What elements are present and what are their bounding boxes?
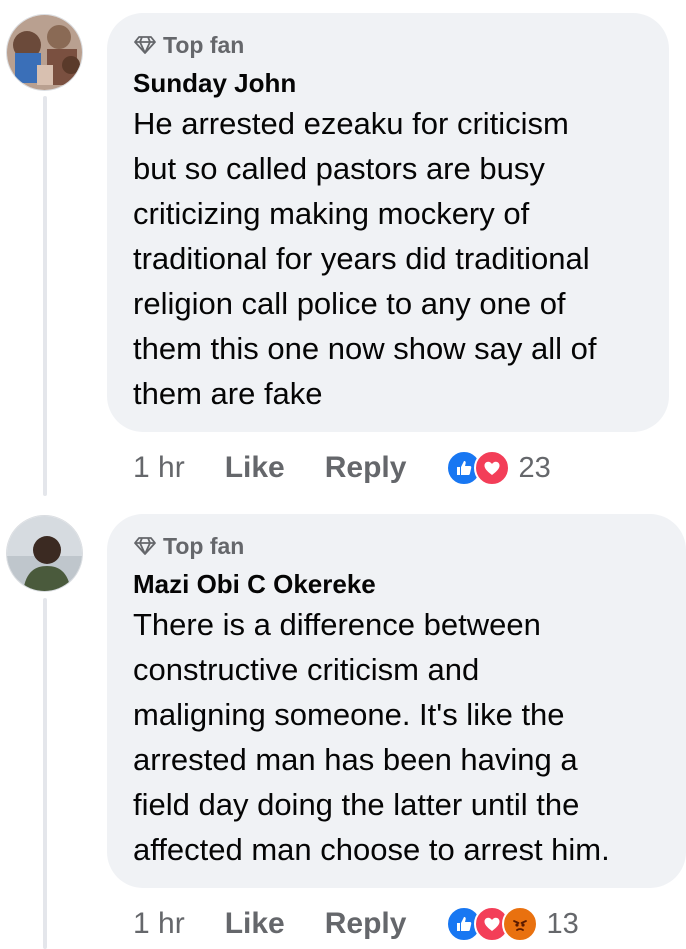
comment-bubble: Top fan Sunday John He arrested ezeaku f… [107,13,669,432]
reaction-count[interactable]: 23 [518,452,550,485]
avatar[interactable] [6,14,83,91]
angry-icon [502,906,539,942]
diamond-icon [134,36,156,54]
badge-label: Top fan [163,532,245,559]
reply-button[interactable]: Reply [325,451,407,485]
diamond-icon [134,537,156,555]
author-name[interactable]: Sunday John [133,67,643,99]
top-fan-badge: Top fan [133,532,660,560]
reactions[interactable] [446,450,511,486]
like-button[interactable]: Like [225,451,285,485]
comment-text: He arrested ezeaku for criticism but so … [133,106,597,411]
badge-label: Top fan [163,31,245,58]
thread-line [43,598,47,949]
avatar[interactable] [6,515,83,592]
reactions[interactable] [446,906,539,942]
like-button[interactable]: Like [225,907,285,941]
comment-text: There is a difference between constructi… [133,607,610,867]
thread-line [43,96,47,496]
comment-actions: 1 hr Like Reply 13 [133,904,579,944]
timestamp[interactable]: 1 hr [133,907,185,941]
reply-button[interactable]: Reply [325,907,407,941]
reaction-count[interactable]: 13 [546,908,578,941]
comment-bubble: Top fan Mazi Obi C Okereke There is a di… [107,514,686,888]
author-name[interactable]: Mazi Obi C Okereke [133,568,660,600]
love-icon [474,450,511,486]
top-fan-badge: Top fan [133,31,643,59]
comment-actions: 1 hr Like Reply 23 [133,448,551,488]
timestamp[interactable]: 1 hr [133,451,185,485]
